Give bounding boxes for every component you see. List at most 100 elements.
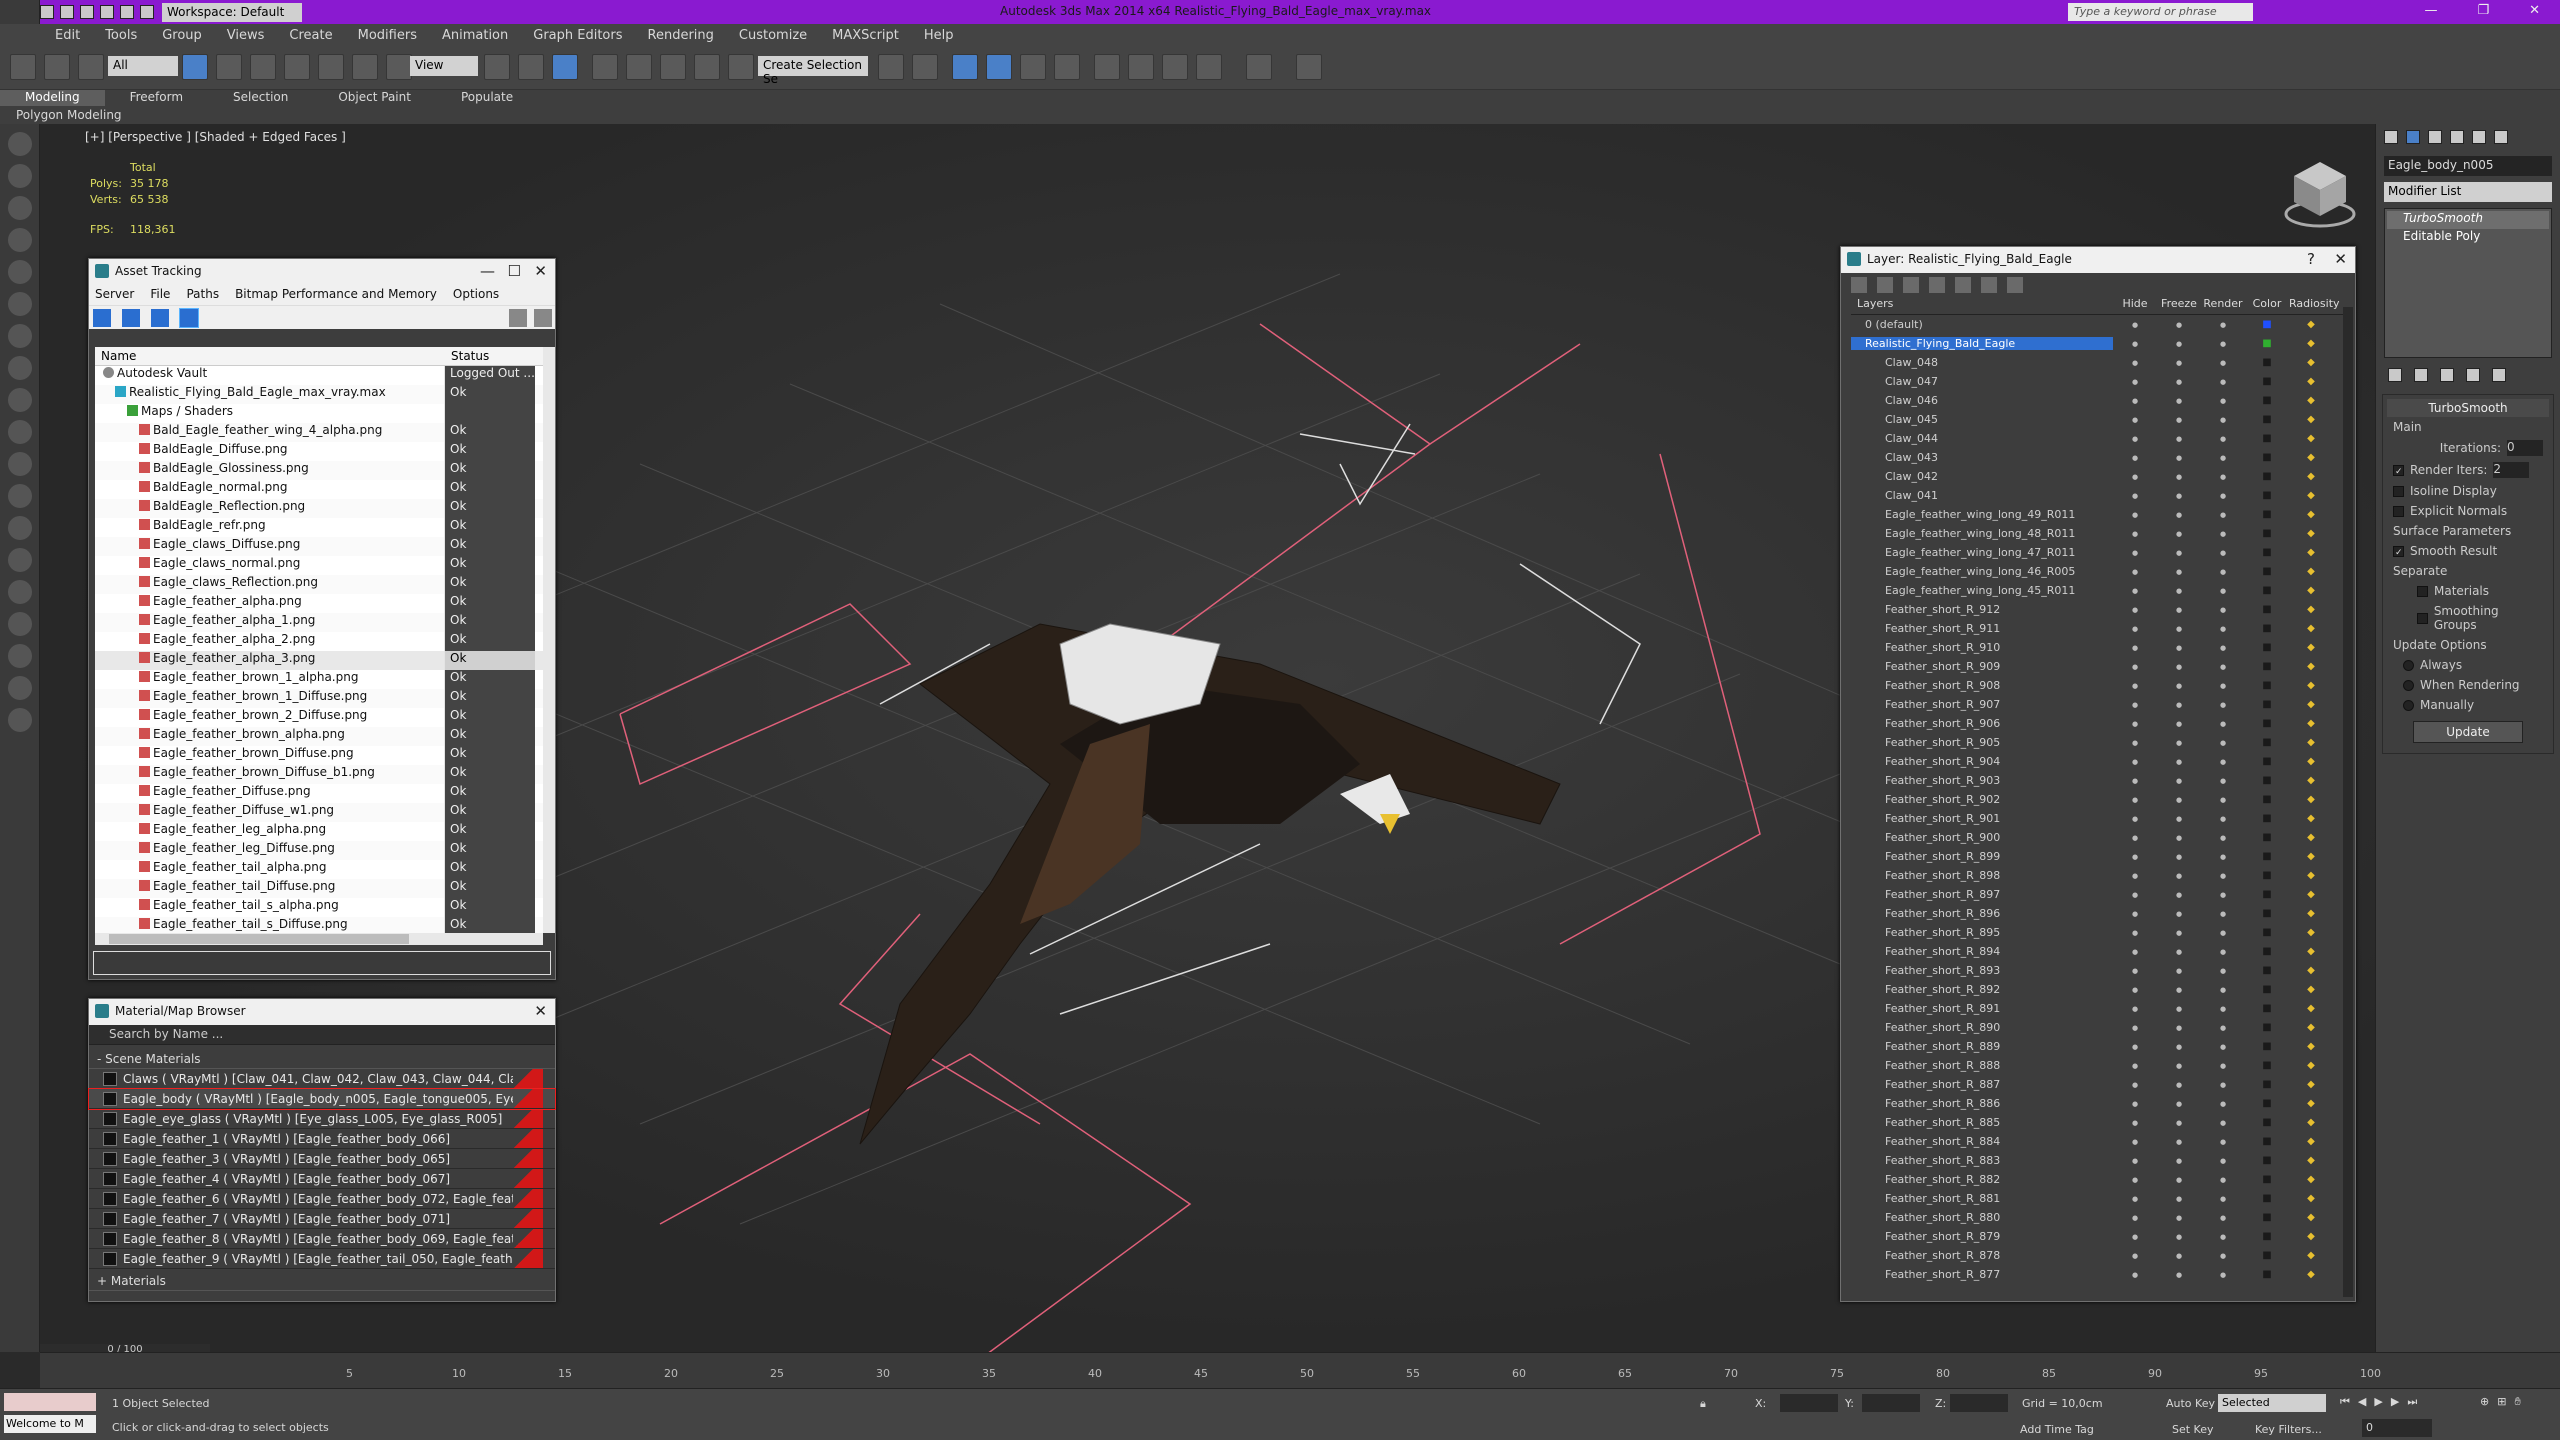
asset-row[interactable]: Eagle_feather_tail_Diffuse.png Ok	[95, 879, 543, 898]
radiosity-icon[interactable]	[2289, 1098, 2333, 1109]
material-item[interactable]: Eagle_feather_9 ( VRayMtl ) [Eagle_feath…	[89, 1249, 555, 1269]
render-toggle[interactable]	[2201, 1269, 2245, 1280]
y-coordinate-field[interactable]	[1862, 1394, 1920, 1412]
freeze-toggle[interactable]	[2157, 699, 2201, 710]
render-toggle[interactable]	[2201, 832, 2245, 843]
hierarchy-tab-icon[interactable]	[2428, 130, 2442, 144]
radiosity-icon[interactable]	[2289, 1003, 2333, 1014]
render-toggle[interactable]	[2201, 737, 2245, 748]
render-toggle[interactable]	[2201, 1003, 2245, 1014]
freeze-toggle[interactable]	[2157, 1193, 2201, 1204]
explicit-normals-checkbox[interactable]	[2393, 505, 2404, 517]
color-swatch[interactable]	[2245, 642, 2289, 653]
layer-row[interactable]: Eagle_feather_wing_long_45_R011	[1851, 581, 2343, 600]
create-tab-icon[interactable]	[2384, 130, 2398, 144]
menu-create[interactable]: Create	[289, 28, 332, 43]
smoothing-groups-checkbox[interactable]	[2417, 612, 2428, 624]
zoom-icon[interactable]: ⊕	[2480, 1395, 2489, 1409]
radiosity-icon[interactable]	[2289, 1041, 2333, 1052]
freeze-toggle[interactable]	[2157, 1098, 2201, 1109]
particles-icon[interactable]	[7, 644, 32, 668]
menu-animation[interactable]: Animation	[442, 28, 508, 43]
color-swatch[interactable]	[2245, 851, 2289, 862]
asset-row[interactable]: Eagle_feather_brown_2_Diffuse.png Ok	[95, 708, 543, 727]
curve-editor-icon[interactable]	[1054, 54, 1080, 80]
radiosity-icon[interactable]	[2289, 471, 2333, 482]
layer-row[interactable]: Feather_short_R_895	[1851, 923, 2343, 942]
workspace-dropdown[interactable]: Workspace: Default	[162, 2, 302, 22]
light-icon[interactable]	[7, 484, 32, 508]
select-manipulate-icon[interactable]	[518, 54, 544, 80]
radiosity-icon[interactable]	[2289, 737, 2333, 748]
color-swatch[interactable]	[2245, 1117, 2289, 1128]
render-toggle[interactable]	[2201, 1079, 2245, 1090]
hide-toggle[interactable]	[2113, 699, 2157, 710]
color-swatch[interactable]	[2245, 1079, 2289, 1090]
layer-row[interactable]: Feather_short_R_885	[1851, 1113, 2343, 1132]
color-swatch[interactable]	[2245, 1098, 2289, 1109]
menu-server[interactable]: Server	[95, 287, 134, 303]
render-toggle[interactable]	[2201, 414, 2245, 425]
always-radio[interactable]	[2403, 659, 2414, 671]
render-toggle[interactable]	[2201, 965, 2245, 976]
add-to-layer-icon[interactable]	[1903, 277, 1919, 293]
smooth-result-checkbox[interactable]	[2393, 545, 2404, 557]
asset-tracking-titlebar[interactable]: Asset Tracking — ☐ ✕	[89, 259, 555, 285]
hide-toggle[interactable]	[2113, 1155, 2157, 1166]
next-frame-icon[interactable]: ▶︎	[2391, 1395, 2399, 1409]
render-toggle[interactable]	[2201, 889, 2245, 900]
previous-frame-icon[interactable]: ◀︎	[2358, 1395, 2366, 1409]
table-view-icon[interactable]	[151, 309, 170, 327]
vertical-scrollbar[interactable]	[2343, 307, 2353, 1297]
layer-row[interactable]: Feather_short_R_880	[1851, 1208, 2343, 1227]
motion-tab-icon[interactable]	[2450, 130, 2464, 144]
help-icon[interactable]	[7, 708, 32, 732]
asset-row[interactable]: Eagle_feather_alpha.png Ok	[95, 594, 543, 613]
layer-row[interactable]: Feather_short_R_897	[1851, 885, 2343, 904]
hide-toggle[interactable]	[2113, 338, 2157, 349]
render-toggle[interactable]	[2201, 1117, 2245, 1128]
color-swatch[interactable]	[2245, 661, 2289, 672]
radiosity-icon[interactable]	[2289, 965, 2333, 976]
list-view-icon[interactable]	[122, 309, 141, 327]
asset-row[interactable]: Eagle_claws_Reflection.png Ok	[95, 575, 543, 594]
sphere-primitive-icon[interactable]	[7, 356, 32, 380]
layer-row[interactable]: Feather_short_R_902	[1851, 790, 2343, 809]
render-toggle[interactable]	[2201, 718, 2245, 729]
render-toggle[interactable]	[2201, 1174, 2245, 1185]
render-toggle[interactable]	[2201, 471, 2245, 482]
edit-named-selection-icon[interactable]	[728, 54, 754, 80]
hide-toggle[interactable]	[2113, 889, 2157, 900]
utilities-tab-icon[interactable]	[2494, 130, 2508, 144]
hide-toggle[interactable]	[2113, 756, 2157, 767]
hide-toggle[interactable]	[2113, 908, 2157, 919]
hide-toggle[interactable]	[2113, 851, 2157, 862]
cylinder-primitive-icon[interactable]	[7, 388, 32, 412]
update-button[interactable]: Update	[2413, 721, 2523, 743]
rendered-frame-window-icon[interactable]	[1196, 54, 1222, 80]
render-toggle[interactable]	[2201, 1022, 2245, 1033]
hide-toggle[interactable]	[2113, 1022, 2157, 1033]
layer-row[interactable]: Feather_short_R_883	[1851, 1151, 2343, 1170]
menu-graph-editors[interactable]: Graph Editors	[533, 28, 622, 43]
freeze-toggle[interactable]	[2157, 1117, 2201, 1128]
selection-filter-dropdown[interactable]: All	[108, 56, 178, 76]
hide-toggle[interactable]	[2113, 547, 2157, 558]
radiosity-icon[interactable]	[2289, 490, 2333, 501]
menu-modifiers[interactable]: Modifiers	[358, 28, 417, 43]
color-swatch[interactable]	[2245, 1231, 2289, 1242]
color-swatch[interactable]	[2245, 813, 2289, 824]
material-item[interactable]: Eagle_feather_8 ( VRayMtl ) [Eagle_feath…	[89, 1229, 555, 1249]
render-toggle[interactable]	[2201, 908, 2245, 919]
lock-selection-icon[interactable]: 🔒︎	[1700, 1397, 1706, 1411]
layer-row[interactable]: Feather_short_R_912	[1851, 600, 2343, 619]
materials-group[interactable]: + Materials	[89, 1273, 555, 1291]
bind-space-warp-icon[interactable]	[78, 54, 104, 80]
color-swatch[interactable]	[2245, 965, 2289, 976]
manually-radio[interactable]	[2403, 699, 2414, 711]
hide-toggle[interactable]	[2113, 623, 2157, 634]
freeze-toggle[interactable]	[2157, 585, 2201, 596]
asset-row[interactable]: Eagle_feather_leg_Diffuse.png Ok	[95, 841, 543, 860]
render-toggle[interactable]	[2201, 927, 2245, 938]
color-swatch[interactable]	[2245, 357, 2289, 368]
